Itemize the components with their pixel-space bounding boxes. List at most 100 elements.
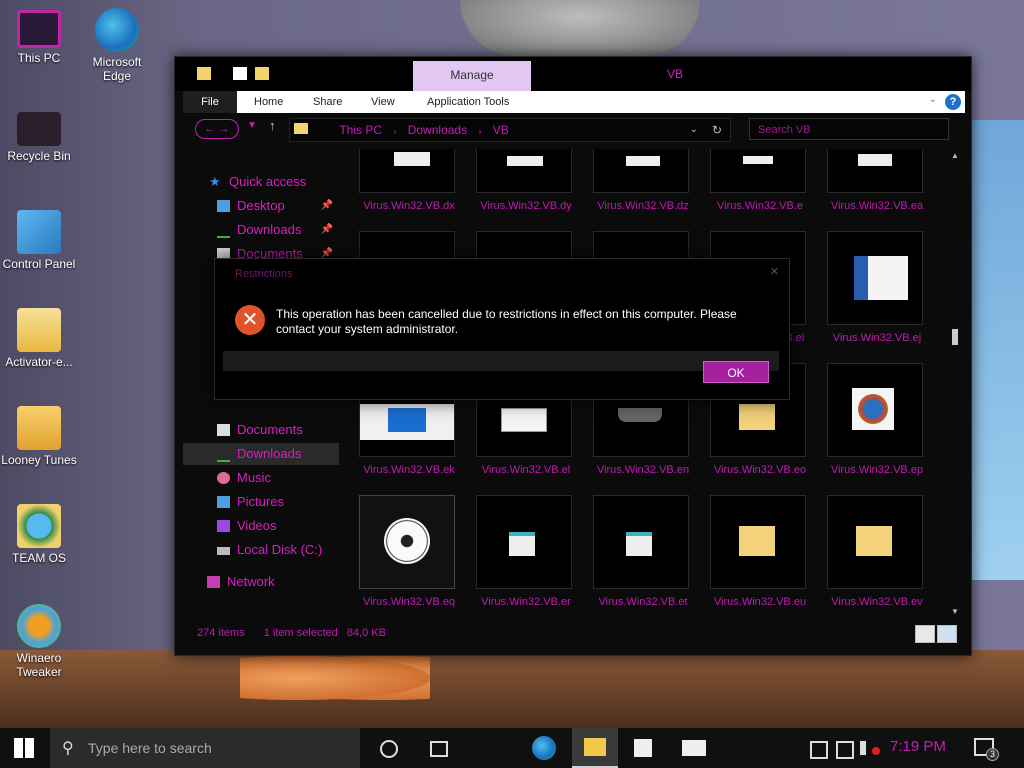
nav-desktop[interactable]: Desktop 📌 (183, 195, 339, 217)
restrictions-dialog[interactable]: Restrictions ✕ ✕ This operation has been… (214, 258, 790, 400)
file-item[interactable]: Virus.Win32.VB.er (474, 495, 586, 619)
file-item[interactable]: Virus.Win32.VB.dz (591, 149, 703, 223)
nav-network[interactable]: Network (183, 571, 339, 593)
chevron-down-icon[interactable]: ▼ (247, 120, 257, 131)
breadcrumb-vb[interactable]: VB (493, 123, 509, 137)
search-input[interactable]: Search VB (749, 118, 949, 140)
title-bar[interactable]: Manage VB (175, 57, 971, 91)
desktop-icon-label: Control Panel (2, 257, 76, 271)
scroll-down-arrow[interactable]: ▼ (951, 607, 959, 616)
file-item[interactable]: Virus.Win32.VB.eq (357, 495, 469, 619)
file-explorer-taskbar-button[interactable] (572, 728, 618, 768)
tab-manage[interactable]: Manage (413, 61, 531, 91)
taskbar-search-box[interactable]: ⚲ Type here to search (50, 728, 360, 768)
item-count: 274 items (197, 627, 245, 639)
vertical-scrollbar[interactable]: ▲ ▼ (949, 149, 961, 621)
error-icon: ✕ (235, 305, 265, 335)
desktop-icon-control-panel[interactable]: Control Panel (0, 210, 78, 271)
desktop-icon-label: Recycle Bin (7, 149, 71, 163)
new-folder-icon[interactable] (255, 67, 269, 80)
desktop-icon-label: Winaero Tweaker (16, 651, 62, 679)
desktop-icon-activator[interactable]: Activator-e... (0, 308, 78, 369)
file-item[interactable]: Virus.Win32.VB.dy (474, 149, 586, 223)
file-item[interactable]: Virus.Win32.VB.ev (825, 495, 937, 619)
large-icons-view-icon[interactable] (937, 625, 957, 643)
file-item[interactable]: Virus.Win32.VB.eu (708, 495, 820, 619)
tab-home[interactable]: Home (254, 91, 283, 113)
nav-documents-pc[interactable]: Documents (183, 419, 339, 441)
desktop-icon-edge[interactable]: Microsoft Edge (78, 8, 156, 83)
tab-application-tools[interactable]: Application Tools (427, 91, 509, 113)
file-thumbnail (827, 363, 923, 457)
search-icon: ⚲ (62, 740, 74, 757)
file-thumbnail (359, 149, 455, 193)
properties-icon[interactable] (233, 67, 247, 80)
file-item[interactable]: Virus.Win32.VB.et (591, 495, 703, 619)
details-view-icon[interactable] (915, 625, 935, 643)
taskbar-clock[interactable]: 7:19 PM (890, 738, 946, 755)
scroll-thumb[interactable] (952, 329, 958, 345)
pin-icon: 📌 (320, 224, 333, 235)
close-icon[interactable]: ✕ (770, 265, 779, 278)
file-item[interactable]: Virus.Win32.VB.ej (825, 231, 937, 355)
desktop-icon-label: This PC (17, 51, 61, 65)
tab-view[interactable]: View (371, 91, 395, 113)
notifications-button[interactable]: 3 (972, 736, 999, 761)
status-bar: 274 items 1 item selected 84,0 KB (197, 627, 386, 639)
folder-icon (739, 404, 775, 430)
windows-start-icon[interactable] (14, 738, 34, 758)
refresh-icon[interactable]: ↻ (712, 119, 722, 141)
selection-status: 1 item selected (263, 627, 338, 639)
chevron-right-icon: › (393, 126, 397, 136)
edge-icon[interactable] (532, 736, 556, 760)
videos-icon (217, 520, 230, 532)
nav-local-disk[interactable]: Local Disk (C:) (183, 539, 339, 561)
nav-videos[interactable]: Videos (183, 515, 339, 537)
application-icon (509, 532, 535, 556)
nav-pictures[interactable]: Pictures (183, 491, 339, 513)
dialog-message: This operation has been cancelled due to… (276, 307, 737, 336)
network-icon[interactable] (836, 741, 854, 759)
nav-music[interactable]: Music (183, 467, 339, 489)
window-title: VB (667, 67, 684, 81)
network-icon (207, 576, 220, 588)
desktop-icon-recycle-bin[interactable]: Recycle Bin (0, 112, 78, 163)
address-bar[interactable]: This PC › Downloads › VB ↻ ⌄ (289, 118, 731, 142)
file-item[interactable]: Virus.Win32.VB.ep (825, 363, 937, 487)
nav-downloads-pc[interactable]: Downloads (183, 443, 339, 465)
chevron-down-icon[interactable]: ⌄ (690, 119, 698, 141)
up-button[interactable]: ↑ (269, 118, 276, 133)
file-item[interactable]: Virus.Win32.VB.e (708, 149, 820, 223)
tab-file[interactable]: File (183, 91, 237, 113)
edge-icon (95, 8, 139, 52)
file-item[interactable]: Virus.Win32.VB.ea (825, 149, 937, 223)
timeline-icon[interactable] (430, 741, 448, 757)
back-button[interactable]: ← → (195, 119, 239, 139)
file-item[interactable]: Virus.Win32.VB.dx (357, 149, 469, 223)
winaero-icon (17, 604, 61, 648)
tab-share[interactable]: Share (313, 91, 342, 113)
desktop-icon-looney-tunes[interactable]: Looney Tunes (0, 406, 78, 467)
desktop-icon-label: Activator-e... (5, 355, 73, 369)
desktop-icon-winaero[interactable]: Winaero Tweaker (0, 604, 78, 679)
desktop-icon-team-os[interactable]: TEAM OS (0, 504, 78, 565)
file-thumbnail (476, 149, 572, 193)
help-icon[interactable]: ? (945, 94, 961, 110)
star-icon: ★ (209, 174, 221, 189)
chevron-down-icon[interactable]: ⌄ (929, 94, 937, 105)
ok-button[interactable]: OK (703, 361, 769, 383)
media-player-icon (852, 388, 894, 430)
nav-downloads[interactable]: Downloads 📌 (183, 219, 339, 241)
nav-quick-access[interactable]: ★ Quick access (183, 171, 339, 193)
scroll-up-arrow[interactable]: ▲ (951, 151, 959, 160)
breadcrumb-downloads[interactable]: Downloads (408, 123, 467, 137)
task-view-icon[interactable] (380, 740, 398, 758)
volume-muted-icon[interactable] (860, 741, 880, 755)
webcam-icon[interactable] (810, 741, 828, 759)
mail-icon[interactable] (682, 740, 706, 756)
store-icon[interactable] (634, 739, 652, 757)
monitor-icon (17, 10, 61, 48)
breadcrumb-this-pc[interactable]: This PC (339, 123, 382, 137)
taskbar: ⚲ Type here to search 7:19 PM 3 (0, 728, 1024, 768)
desktop-icon-this-pc[interactable]: This PC (0, 10, 78, 65)
